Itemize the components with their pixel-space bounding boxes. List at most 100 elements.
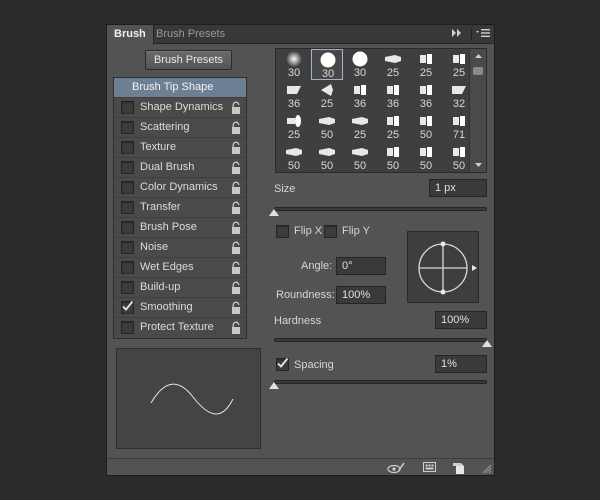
option-checkbox[interactable]	[121, 201, 134, 214]
size-field[interactable]: 1 px	[429, 179, 487, 197]
lock-icon[interactable]	[231, 101, 241, 115]
eye-brush-icon[interactable]	[387, 461, 405, 475]
option-checkbox[interactable]	[121, 101, 134, 114]
lock-icon[interactable]	[231, 301, 241, 315]
option-label: Brush Pose	[140, 221, 197, 233]
brush-tip-bristle[interactable]: 25	[377, 49, 409, 80]
brush-tip-hard-round-selected[interactable]: 30	[311, 49, 343, 80]
angle-field[interactable]: 0°	[336, 257, 386, 275]
brush-tip-bristle[interactable]: 36	[344, 80, 376, 111]
option-brush-pose[interactable]: Brush Pose	[114, 218, 246, 238]
bristle-brush-icon	[420, 85, 432, 95]
option-transfer[interactable]: Transfer	[114, 198, 246, 218]
option-wet-edges[interactable]: Wet Edges	[114, 258, 246, 278]
option-noise[interactable]: Noise	[114, 238, 246, 258]
panel-menu-icon[interactable]	[476, 28, 490, 41]
flip-y-checkbox[interactable]	[324, 225, 337, 238]
size-slider-track[interactable]	[274, 207, 487, 211]
brush-tip-fan[interactable]: 25	[311, 80, 343, 111]
bristle-brush-icon	[453, 147, 465, 157]
brush-tip-bristle[interactable]: 25	[377, 111, 409, 142]
option-build-up[interactable]: Build-up	[114, 278, 246, 298]
brush-panel: Brush Brush Presets Brush Presets Brush …	[106, 24, 495, 476]
brush-tip-grid: 30 30 30 25 25 25 36 25 36 36 36 32 25 5…	[275, 48, 487, 173]
lock-icon[interactable]	[231, 281, 241, 295]
option-checkbox[interactable]	[121, 181, 134, 194]
option-texture[interactable]: Texture	[114, 138, 246, 158]
lock-icon[interactable]	[231, 201, 241, 215]
brush-grid-scrollbar[interactable]	[469, 49, 486, 172]
angle-crosshair-icon	[418, 241, 477, 295]
size-slider-knob[interactable]	[269, 209, 279, 216]
brush-tip-bristle[interactable]: 36	[377, 80, 409, 111]
flip-x-checkbox[interactable]	[276, 225, 289, 238]
option-checkbox[interactable]	[121, 221, 134, 234]
grid-toggle-icon[interactable]	[423, 462, 437, 474]
lock-icon[interactable]	[231, 321, 241, 335]
brush-tip-soft-round[interactable]: 30	[278, 49, 310, 80]
tab-brush[interactable]: Brush	[107, 25, 154, 45]
option-scattering[interactable]: Scattering	[114, 118, 246, 138]
option-checkbox[interactable]	[121, 161, 134, 174]
lock-icon[interactable]	[231, 181, 241, 195]
roundness-field[interactable]: 100%	[336, 286, 386, 304]
option-checkbox[interactable]	[121, 141, 134, 154]
bristle-brush-icon	[286, 148, 302, 156]
option-protect-texture[interactable]: Protect Texture	[114, 318, 246, 338]
spacing-field[interactable]: 1%	[435, 355, 487, 373]
panel-tab-bar: Brush Brush Presets	[107, 25, 494, 45]
tab-brush-presets[interactable]: Brush Presets	[149, 25, 232, 44]
brush-tip-bristle[interactable]: 25	[410, 49, 442, 80]
brush-tip-bristle[interactable]: 50	[410, 142, 442, 172]
bristle-brush-icon	[387, 147, 399, 157]
scroll-up-icon[interactable]	[470, 51, 487, 61]
option-shape-dynamics[interactable]: Shape Dynamics	[114, 98, 246, 118]
brush-tip-hard-round[interactable]: 30	[344, 49, 376, 80]
option-color-dynamics[interactable]: Color Dynamics	[114, 178, 246, 198]
bristle-brush-icon	[420, 54, 432, 64]
brush-tip-bristle[interactable]: 50	[278, 142, 310, 172]
spacing-slider-track[interactable]	[274, 380, 487, 384]
option-label: Scattering	[140, 121, 190, 133]
brush-tip-bristle[interactable]: 25	[278, 111, 310, 142]
option-checkbox[interactable]	[121, 261, 134, 274]
hardness-slider-track[interactable]	[274, 338, 487, 342]
new-preset-icon[interactable]	[452, 461, 466, 475]
option-smoothing[interactable]: Smoothing	[114, 298, 246, 318]
spacing-slider-knob[interactable]	[269, 382, 279, 389]
lock-icon[interactable]	[231, 221, 241, 235]
hardness-slider-knob[interactable]	[482, 340, 492, 347]
brush-tip-bristle[interactable]: 25	[344, 111, 376, 142]
lock-icon[interactable]	[231, 261, 241, 275]
option-checkbox[interactable]	[121, 281, 134, 294]
option-dual-brush[interactable]: Dual Brush	[114, 158, 246, 178]
scrollbar-thumb[interactable]	[473, 67, 483, 75]
bristle-brush-icon	[287, 86, 301, 94]
option-checkbox-checked[interactable]	[121, 300, 134, 314]
option-checkbox[interactable]	[121, 241, 134, 254]
brush-tip-bristle[interactable]: 50	[311, 111, 343, 142]
option-brush-tip-shape[interactable]: Brush Tip Shape	[114, 78, 246, 98]
brush-presets-button[interactable]: Brush Presets	[145, 50, 232, 70]
lock-icon[interactable]	[231, 141, 241, 155]
bristle-brush-icon	[352, 148, 368, 156]
spacing-checkbox-checked[interactable]	[276, 357, 289, 371]
brush-tip-bristle[interactable]: 50	[410, 111, 442, 142]
brush-tip-bristle[interactable]: 50	[377, 142, 409, 172]
brush-tip-bristle[interactable]: 50	[344, 142, 376, 172]
brush-tip-bristle[interactable]: 50	[311, 142, 343, 172]
option-checkbox[interactable]	[121, 321, 134, 334]
option-checkbox[interactable]	[121, 121, 134, 134]
double-chevron-right-icon[interactable]	[451, 28, 463, 41]
lock-icon[interactable]	[231, 161, 241, 175]
scroll-down-icon[interactable]	[470, 160, 487, 170]
lock-icon[interactable]	[231, 241, 241, 255]
lock-icon[interactable]	[231, 121, 241, 135]
resize-grip-icon[interactable]	[482, 464, 492, 474]
bristle-brush-icon	[420, 116, 432, 126]
angle-roundness-widget[interactable]	[407, 231, 479, 303]
brush-tip-bristle[interactable]: 36	[278, 80, 310, 111]
hardness-field[interactable]: 100%	[435, 311, 487, 329]
brush-tip-bristle[interactable]: 36	[410, 80, 442, 111]
option-label: Shape Dynamics	[140, 101, 224, 113]
